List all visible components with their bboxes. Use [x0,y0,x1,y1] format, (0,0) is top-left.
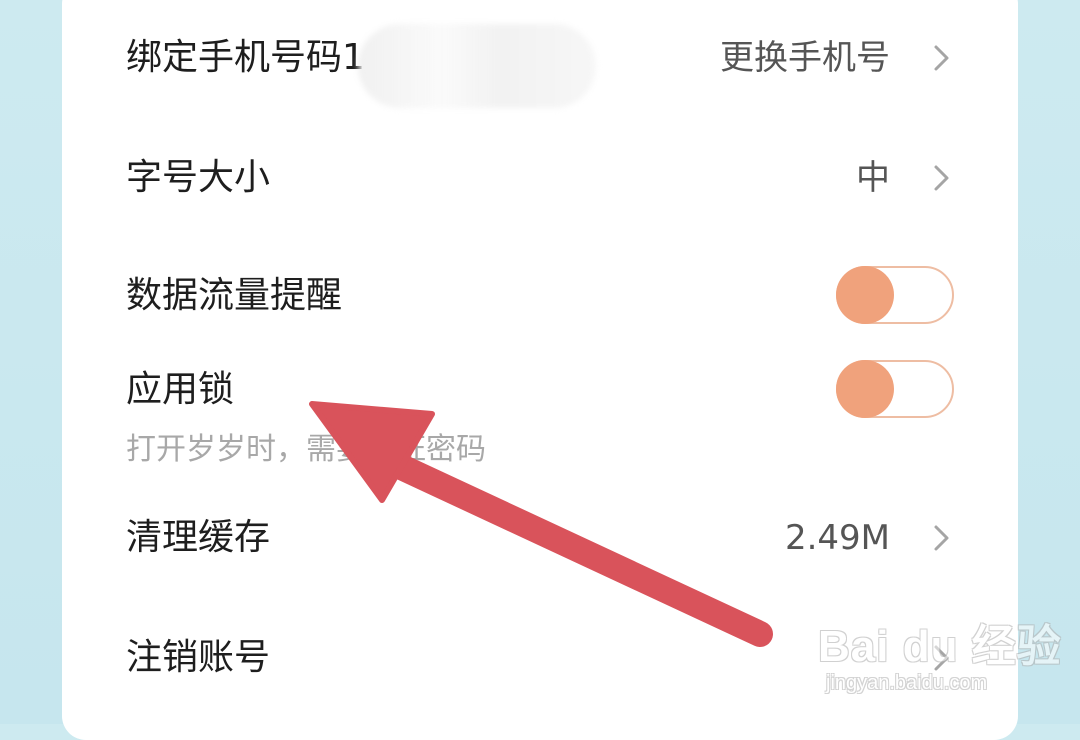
app-lock-description: 打开岁岁时，需要验证密码 [126,432,486,467]
change-phone-link[interactable]: 更换手机号 [720,28,890,88]
chevron-right-icon [926,163,956,193]
app-lock-label: 应用锁 [126,369,235,410]
bind-phone-label: 绑定手机号码1 [126,37,365,78]
cache-size-value: 2.49M [784,518,890,558]
settings-row-data-usage-alert: 数据流量提醒 [126,266,956,326]
toggle-knob [836,266,894,324]
phone-number-redaction [358,24,596,108]
clear-cache-label: 清理缓存 [126,517,271,558]
watermark-logo: Bai du 经验 [818,622,1062,671]
settings-row-app-lock: 应用锁 [126,360,956,420]
delete-account-label: 注销账号 [126,637,271,678]
settings-row-clear-cache[interactable]: 清理缓存 2.49M [126,508,956,568]
watermark-url: jingyan.baidu.com [826,672,988,694]
font-size-value: 中 [856,158,890,198]
toggle-knob [836,360,894,418]
chevron-right-icon [926,523,956,553]
data-usage-alert-toggle[interactable] [836,266,954,324]
settings-row-font-size[interactable]: 字号大小 中 [126,148,956,208]
baidu-jingyan-watermark: Bai du 经验 jingyan.baidu.com [818,610,1061,710]
chevron-right-icon [926,43,956,73]
data-usage-alert-label: 数据流量提醒 [126,275,343,316]
app-lock-toggle[interactable] [836,360,954,418]
font-size-label: 字号大小 [126,157,271,198]
